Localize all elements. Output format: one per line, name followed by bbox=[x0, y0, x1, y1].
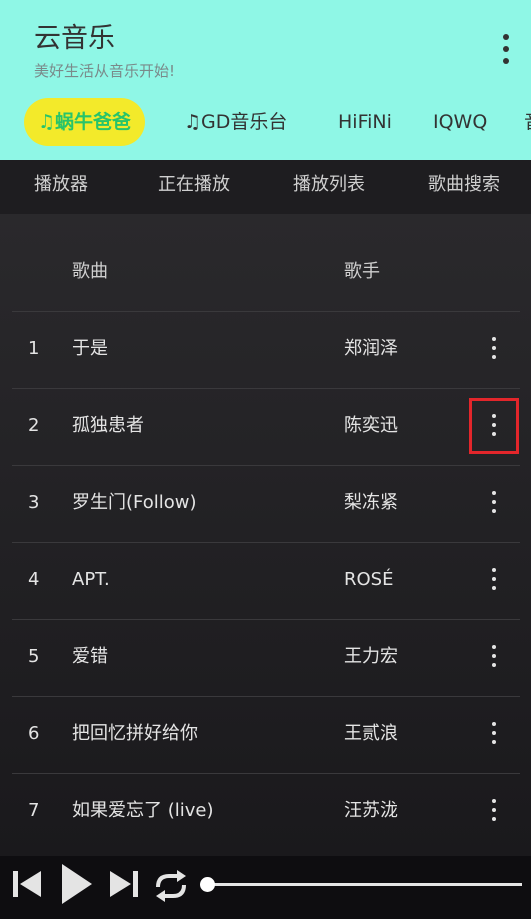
song-title[interactable]: 爱错 bbox=[72, 620, 108, 696]
song-row[interactable]: 3 罗生门(Follow) 梨冻紧 bbox=[12, 465, 520, 542]
tab-player[interactable]: 播放器 bbox=[34, 160, 88, 214]
next-icon[interactable] bbox=[108, 868, 140, 900]
song-number: 3 bbox=[28, 492, 40, 513]
source-tab-gd[interactable]: ♫GD音乐台 bbox=[184, 98, 287, 146]
overflow-menu-icon[interactable] bbox=[496, 34, 516, 66]
previous-icon[interactable] bbox=[11, 868, 43, 900]
seek-thumb[interactable] bbox=[200, 877, 215, 892]
song-title[interactable]: 如果爱忘了 (live) bbox=[72, 774, 214, 850]
column-artist: 歌手 bbox=[344, 261, 380, 282]
more-options-icon[interactable] bbox=[482, 491, 506, 517]
song-number: 1 bbox=[28, 338, 40, 359]
more-options-icon[interactable] bbox=[482, 645, 506, 671]
more-options-icon[interactable] bbox=[482, 722, 506, 748]
song-row[interactable]: 5 爱错 王力宏 bbox=[12, 619, 520, 696]
song-row[interactable]: 4 APT. ROSÉ bbox=[12, 542, 520, 619]
source-tab-hifini[interactable]: HiFiNi bbox=[338, 98, 392, 146]
source-tab-woniubaba[interactable]: ♫蜗牛爸爸 bbox=[24, 98, 146, 146]
song-artist: 梨冻紧 bbox=[344, 492, 398, 513]
song-number: 7 bbox=[28, 800, 40, 821]
tab-song-search[interactable]: 歌曲搜索 bbox=[428, 160, 500, 214]
app-subtitle: 美好生活从音乐开始! bbox=[34, 62, 176, 80]
more-options-icon[interactable] bbox=[469, 398, 519, 454]
song-number: 2 bbox=[28, 415, 40, 436]
song-title[interactable]: 孤独患者 bbox=[72, 389, 144, 465]
song-title[interactable]: 把回忆拼好给你 bbox=[72, 697, 198, 773]
song-row[interactable]: 1 于是 郑润泽 bbox=[12, 311, 520, 388]
play-icon[interactable] bbox=[60, 862, 94, 906]
song-number: 5 bbox=[28, 646, 40, 667]
source-tab-iqwq[interactable]: IQWQ bbox=[433, 98, 487, 146]
tab-now-playing[interactable]: 正在播放 bbox=[158, 160, 230, 214]
column-song: 歌曲 bbox=[72, 261, 108, 282]
more-options-icon[interactable] bbox=[482, 337, 506, 363]
song-title[interactable]: 于是 bbox=[72, 312, 108, 388]
source-tab-more[interactable]: 音 bbox=[524, 98, 531, 146]
source-tabs: ♫蜗牛爸爸 ♫GD音乐台 HiFiNi IQWQ 音 bbox=[0, 98, 531, 148]
song-title[interactable]: 罗生门(Follow) bbox=[72, 466, 197, 542]
song-artist: 王力宏 bbox=[344, 646, 398, 667]
song-row[interactable]: 2 孤独患者 陈奕迅 bbox=[12, 388, 520, 465]
song-number: 6 bbox=[28, 723, 40, 744]
song-artist: 陈奕迅 bbox=[344, 415, 398, 436]
song-list: 1 于是 郑润泽 2 孤独患者 陈奕迅 3 罗生门(Follow) 梨冻紧 4 … bbox=[12, 311, 520, 850]
app-header: 云音乐 美好生活从音乐开始! ♫蜗牛爸爸 ♫GD音乐台 HiFiNi IQWQ … bbox=[0, 0, 531, 160]
repeat-icon[interactable] bbox=[152, 869, 190, 903]
song-artist: 汪苏泷 bbox=[344, 800, 398, 821]
song-artist: 王贰浪 bbox=[344, 723, 398, 744]
song-artist: ROSÉ bbox=[344, 569, 394, 590]
song-number: 4 bbox=[28, 569, 40, 590]
main-nav: 播放器 正在播放 播放列表 歌曲搜索 bbox=[0, 160, 531, 214]
table-header: 歌曲 歌手 bbox=[0, 235, 531, 311]
song-artist: 郑润泽 bbox=[344, 338, 398, 359]
song-title[interactable]: APT. bbox=[72, 543, 110, 619]
seek-bar[interactable] bbox=[208, 883, 522, 886]
app-title: 云音乐 bbox=[34, 23, 115, 54]
tab-playlist[interactable]: 播放列表 bbox=[293, 160, 365, 214]
more-options-icon[interactable] bbox=[482, 799, 506, 825]
song-row[interactable]: 6 把回忆拼好给你 王贰浪 bbox=[12, 696, 520, 773]
song-row[interactable]: 7 如果爱忘了 (live) 汪苏泷 bbox=[12, 773, 520, 850]
more-options-icon[interactable] bbox=[482, 568, 506, 594]
